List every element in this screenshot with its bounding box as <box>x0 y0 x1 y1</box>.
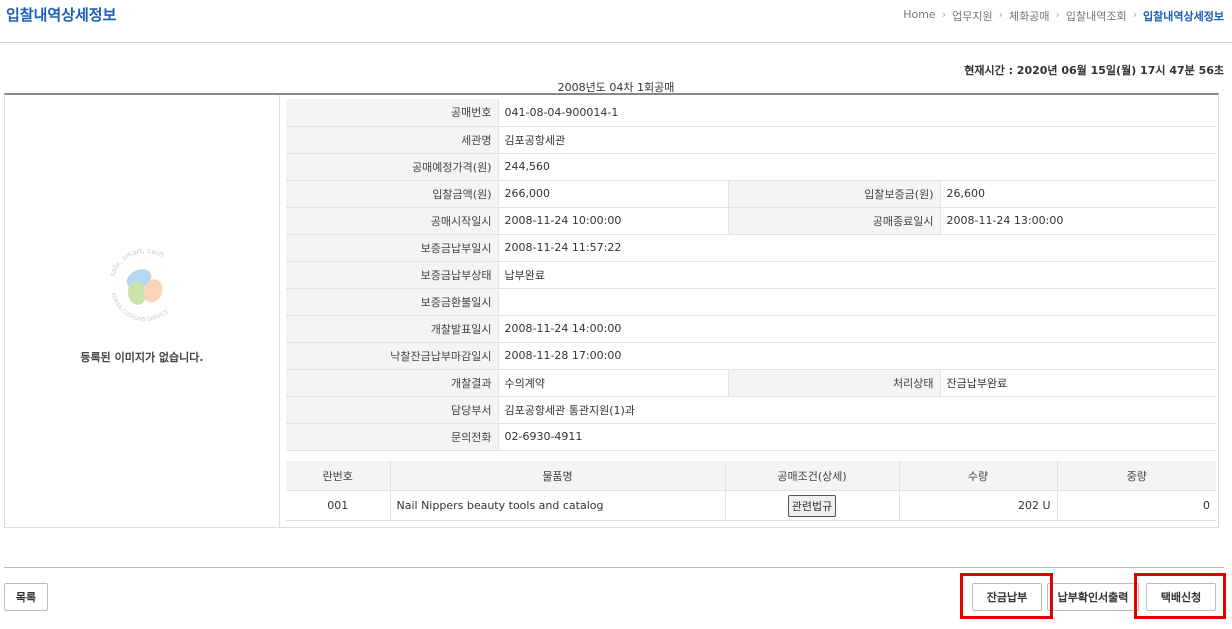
info-row: 보증금납부상태 납부완료 <box>286 261 1216 289</box>
items-table: 란번호 물품명 공매조건(상세) 수량 중량 001 Nail Nippers … <box>286 461 1216 521</box>
label-dept: 담당부서 <box>286 396 499 424</box>
header-item-name: 물품명 <box>390 461 726 491</box>
payment-certificate-button[interactable]: 납부확인서출력 <box>1047 583 1139 611</box>
detail-panel: safe, smart, swift KOREA CUSTOMS SERVICE… <box>4 93 1219 528</box>
value-process-status: 잔금납부완료 <box>940 369 1216 397</box>
value-deposit-paid-dt: 2008-11-24 11:57:22 <box>498 234 1216 262</box>
info-row: 담당부서 김포공항세관 통관지원(1)과 <box>286 396 1216 424</box>
cell-qty: 202 U <box>899 490 1058 521</box>
chevron-right-icon: › <box>1132 8 1138 21</box>
label-open-dt: 개찰발표일시 <box>286 315 499 343</box>
breadcrumb-current: 입찰내역상세정보 <box>1143 10 1224 23</box>
header-condition: 공매조건(상세) <box>725 461 900 491</box>
cell-weight: 0 <box>1057 490 1216 521</box>
header-qty: 수량 <box>899 461 1058 491</box>
label-deposit-refund-dt: 보증금환불일시 <box>286 288 499 316</box>
value-balance-deadline: 2008-11-28 17:00:00 <box>498 342 1216 370</box>
chevron-right-icon: › <box>941 8 947 21</box>
info-row: 공매예정가격(원) 244,560 <box>286 153 1216 181</box>
label-customs: 세관명 <box>286 126 499 154</box>
highlight-box-delivery <box>1134 573 1226 619</box>
label-process-status: 처리상태 <box>727 369 941 397</box>
cell-item-name: Nail Nippers beauty tools and catalog <box>390 490 726 521</box>
value-auction-no: 041-08-04-900014-1 <box>498 99 1216 127</box>
value-open-result: 수의계약 <box>498 369 728 397</box>
customs-logo-icon: safe, smart, swift KOREA CUSTOMS SERVICE <box>108 247 170 323</box>
label-balance-deadline: 낙찰잔금납부마감일시 <box>286 342 499 370</box>
label-deposit-paid-dt: 보증금납부일시 <box>286 234 499 262</box>
info-row: 문의전화 02-6930-4911 <box>286 423 1216 451</box>
page-title: 입찰내역상세정보 <box>6 6 117 24</box>
info-row: 보증금환불일시 <box>286 288 1216 316</box>
value-expected-price: 244,560 <box>498 153 1216 181</box>
value-deposit-status: 납부완료 <box>498 261 1216 289</box>
items-header-row: 란번호 물품명 공매조건(상세) 수량 중량 <box>286 461 1216 491</box>
info-row: 입찰금액(원) 266,000 입찰보증금(원) 26,600 <box>286 180 1216 208</box>
value-dept: 김포공항세관 통관지원(1)과 <box>498 396 1216 424</box>
breadcrumb-bid-history[interactable]: 입찰내역조회 <box>1066 8 1127 24</box>
divider <box>0 42 1232 43</box>
image-pane: safe, smart, swift KOREA CUSTOMS SERVICE… <box>5 95 280 528</box>
info-row: 세관명 김포공항세관 <box>286 126 1216 154</box>
info-row: 낙찰잔금납부마감일시 2008-11-28 17:00:00 <box>286 342 1216 370</box>
label-open-result: 개찰결과 <box>286 369 499 397</box>
divider <box>4 567 1224 568</box>
value-deposit: 26,600 <box>940 180 1216 208</box>
info-table: 공매번호 041-08-04-900014-1 세관명 김포공항세관 공매예정가… <box>286 99 1216 451</box>
info-row: 개찰발표일시 2008-11-24 14:00:00 <box>286 315 1216 343</box>
label-expected-price: 공매예정가격(원) <box>286 153 499 181</box>
cell-line-no: 001 <box>286 490 391 521</box>
table-row: 001 Nail Nippers beauty tools and catalo… <box>286 490 1216 521</box>
cell-condition: 관련법규 <box>725 490 900 521</box>
value-open-dt: 2008-11-24 14:00:00 <box>498 315 1216 343</box>
info-row: 보증금납부일시 2008-11-24 11:57:22 <box>286 234 1216 262</box>
breadcrumb: Home › 업무지원 › 체화공매 › 입찰내역조회 › 입찰내역상세정보 <box>903 8 1224 24</box>
chevron-right-icon: › <box>1055 8 1060 21</box>
label-phone: 문의전화 <box>286 423 499 451</box>
value-start-dt: 2008-11-24 10:00:00 <box>498 207 728 235</box>
label-start-dt: 공매시작일시 <box>286 207 499 235</box>
breadcrumb-home[interactable]: Home <box>903 8 935 24</box>
label-auction-no: 공매번호 <box>286 99 499 127</box>
header-line-no: 란번호 <box>286 461 391 491</box>
header-weight: 중량 <box>1057 461 1216 491</box>
label-deposit-status: 보증금납부상태 <box>286 261 499 289</box>
related-law-button[interactable]: 관련법규 <box>787 494 837 517</box>
list-button[interactable]: 목록 <box>4 583 48 611</box>
current-time: 현재시간 : 2020년 06월 15일(월) 17시 47분 56초 <box>964 64 1224 77</box>
breadcrumb-auction[interactable]: 체화공매 <box>1009 8 1049 24</box>
chevron-right-icon: › <box>998 8 1003 21</box>
value-deposit-refund-dt <box>498 288 1216 316</box>
value-customs: 김포공항세관 <box>498 126 1216 154</box>
breadcrumb-business-support[interactable]: 업무지원 <box>952 8 992 24</box>
label-deposit: 입찰보증금(원) <box>727 180 941 208</box>
label-end-dt: 공매종료일시 <box>727 207 941 235</box>
info-row: 공매시작일시 2008-11-24 10:00:00 공매종료일시 2008-1… <box>286 207 1216 235</box>
highlight-box-balance <box>960 573 1053 619</box>
no-image-text: 등록된 이미지가 없습니다. <box>80 351 204 364</box>
value-phone: 02-6930-4911 <box>498 423 1216 451</box>
label-bid-amount: 입찰금액(원) <box>286 180 499 208</box>
info-row: 공매번호 041-08-04-900014-1 <box>286 99 1216 127</box>
value-end-dt: 2008-11-24 13:00:00 <box>940 207 1216 235</box>
value-bid-amount: 266,000 <box>498 180 728 208</box>
info-row: 개찰결과 수의계약 처리상태 잔금납부완료 <box>286 369 1216 397</box>
